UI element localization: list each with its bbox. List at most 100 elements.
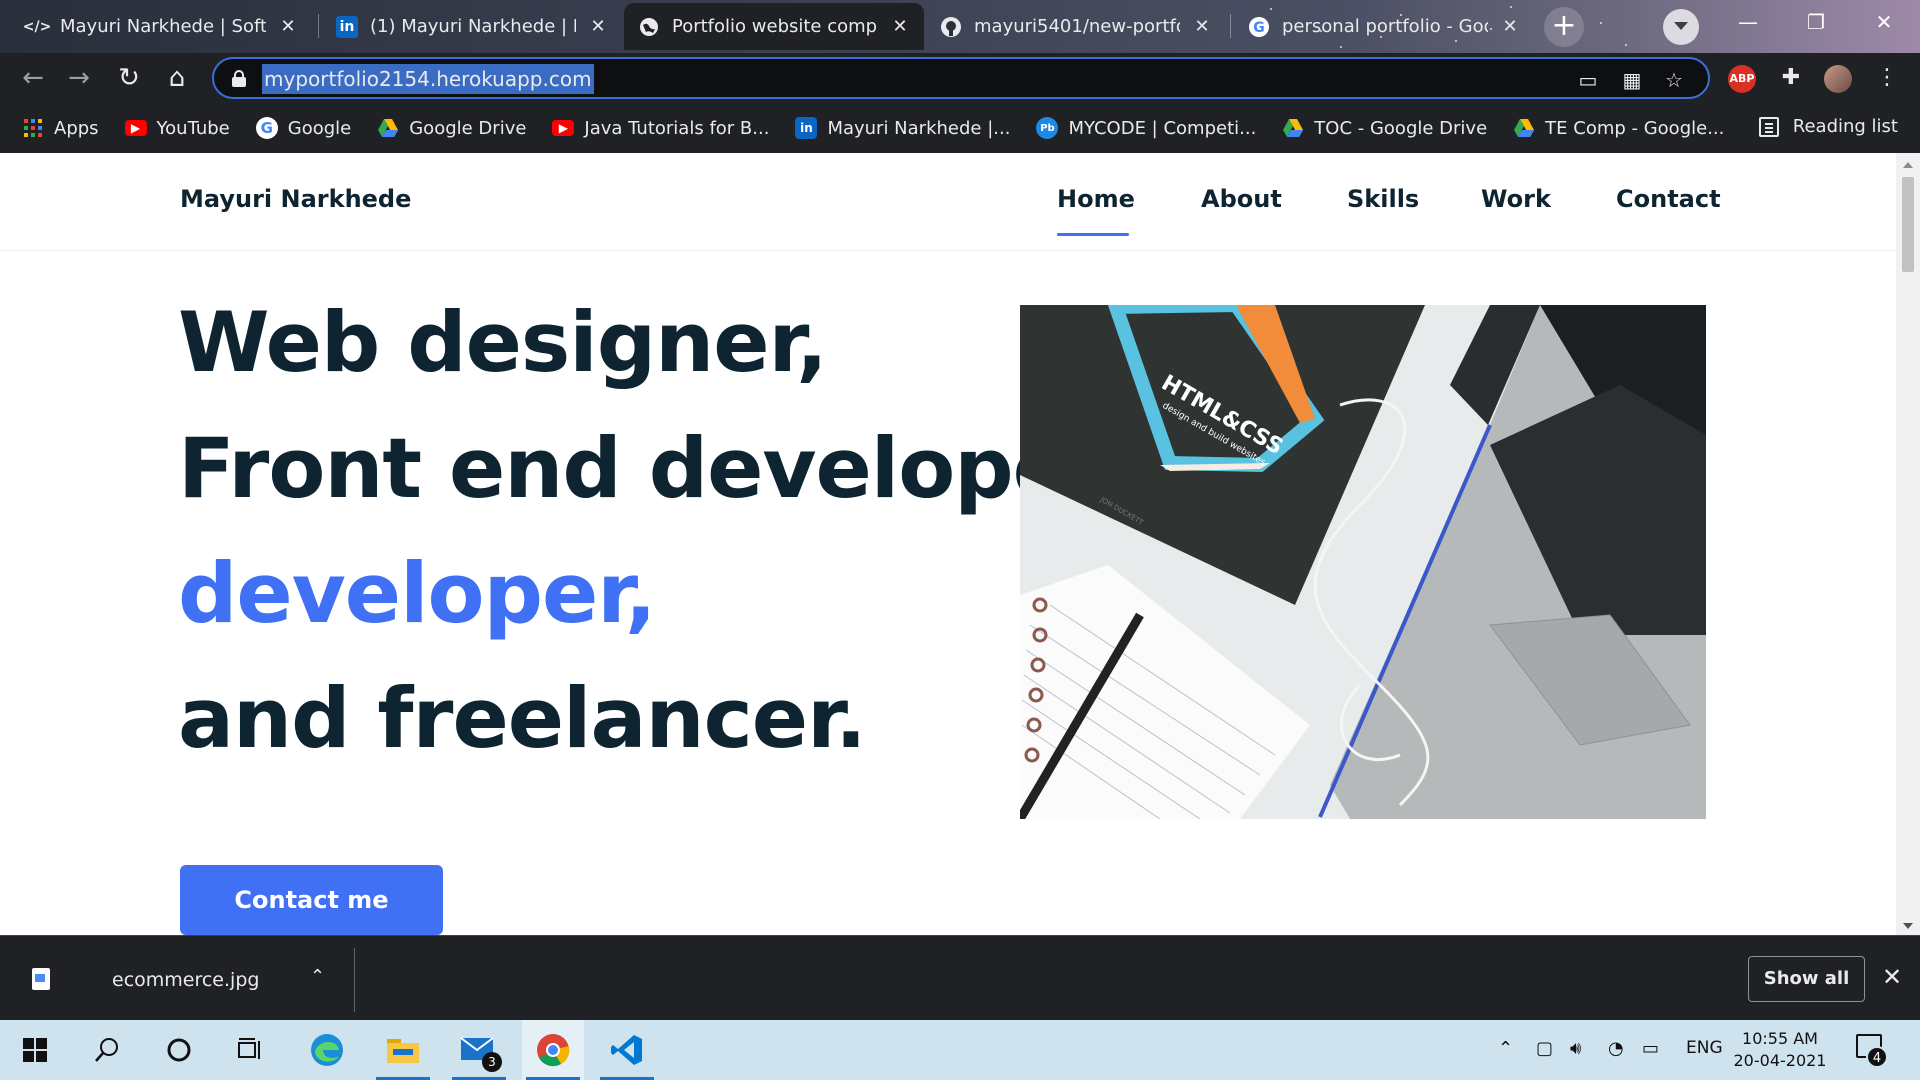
bookmark-label: Apps bbox=[54, 117, 99, 139]
bookmark-google-drive[interactable]: Google Drive bbox=[377, 117, 526, 139]
bookmark-toc-drive[interactable]: TOC - Google Drive bbox=[1282, 117, 1487, 139]
reading-list-button[interactable]: Reading list bbox=[1758, 116, 1898, 137]
qr-code-icon[interactable]: ▦ bbox=[1618, 66, 1646, 94]
bookmark-google[interactable]: G Google bbox=[255, 117, 352, 139]
google-drive-icon bbox=[1513, 117, 1535, 139]
url-text[interactable]: myportfolio2154.herokuapp.com bbox=[262, 64, 594, 94]
profile-avatar[interactable] bbox=[1824, 65, 1852, 93]
battery-icon[interactable]: ▭ bbox=[1642, 1038, 1659, 1059]
taskbar-mail[interactable]: 3 bbox=[448, 1020, 510, 1080]
adblock-icon[interactable]: ABP bbox=[1728, 65, 1756, 93]
restore-button[interactable]: ❐ bbox=[1782, 0, 1850, 44]
bookmark-label: Java Tutorials for B... bbox=[584, 117, 770, 139]
system-clock[interactable]: 10:55 AM 20-04-2021 bbox=[1730, 1028, 1830, 1072]
bookmark-label: Mayuri Narkhede |... bbox=[827, 117, 1011, 139]
bookmark-apps[interactable]: Apps bbox=[22, 117, 99, 139]
close-window-button[interactable]: ✕ bbox=[1850, 0, 1918, 44]
nav-home[interactable]: Home bbox=[1057, 185, 1135, 213]
bookmarks-bar: Apps ▶ YouTube G Google Google Drive ▶ J… bbox=[0, 103, 1920, 153]
tab-0[interactable]: </> Mayuri Narkhede | Softwa ✕ bbox=[12, 3, 312, 50]
youtube-icon: ▶ bbox=[552, 120, 575, 136]
reload-icon[interactable]: ↻ bbox=[112, 61, 146, 95]
taskbar-chrome[interactable] bbox=[522, 1020, 584, 1080]
taskbar-vscode[interactable] bbox=[596, 1020, 658, 1080]
page-scrollbar[interactable] bbox=[1896, 153, 1920, 935]
tab-search-button[interactable] bbox=[1663, 9, 1699, 45]
download-file-name[interactable]: ecommerce.jpg bbox=[112, 969, 259, 991]
close-icon[interactable]: ✕ bbox=[278, 16, 298, 37]
tab-1[interactable]: in (1) Mayuri Narkhede | Link ✕ bbox=[322, 3, 622, 50]
scroll-up-arrow-icon[interactable] bbox=[1903, 162, 1913, 168]
extensions-puzzle-icon[interactable]: ✚ bbox=[1774, 61, 1808, 95]
bookmark-star-icon[interactable]: ☆ bbox=[1660, 66, 1688, 94]
folder-icon bbox=[387, 1039, 419, 1063]
new-tab-button[interactable]: + bbox=[1544, 7, 1584, 47]
tab-strip: </> Mayuri Narkhede | Softwa ✕ in (1) Ma… bbox=[0, 0, 1920, 53]
scroll-down-arrow-icon[interactable] bbox=[1903, 923, 1913, 929]
site-logo[interactable]: Mayuri Narkhede bbox=[180, 185, 411, 213]
task-view-button[interactable] bbox=[220, 1020, 282, 1080]
close-icon[interactable]: ✕ bbox=[1500, 16, 1520, 37]
cortana-button[interactable] bbox=[148, 1020, 210, 1080]
contact-me-button[interactable]: Contact me bbox=[180, 865, 443, 935]
lock-icon[interactable] bbox=[232, 70, 246, 87]
bookmark-te-comp[interactable]: TE Comp - Google... bbox=[1513, 117, 1724, 139]
bookmark-label: YouTube bbox=[156, 117, 230, 139]
close-icon[interactable]: ✕ bbox=[588, 16, 608, 37]
taskbar-file-explorer[interactable] bbox=[372, 1020, 434, 1080]
bookmark-label: Google bbox=[287, 117, 352, 139]
minimize-button[interactable]: — bbox=[1714, 0, 1782, 44]
tab-2[interactable]: Portfolio website complete ✕ bbox=[624, 3, 924, 50]
apps-grid-icon bbox=[22, 117, 44, 139]
vscode-icon bbox=[611, 1035, 642, 1065]
chrome-icon bbox=[537, 1034, 570, 1067]
close-icon[interactable]: ✕ bbox=[890, 16, 910, 37]
hero-image: HTML&CSS design and build websites JON D… bbox=[1020, 305, 1706, 819]
close-download-bar-icon[interactable]: ✕ bbox=[1882, 963, 1902, 991]
bookmark-youtube[interactable]: ▶ YouTube bbox=[124, 117, 230, 139]
tab-3[interactable]: mayuri5401/new-portfolio ✕ bbox=[926, 3, 1226, 50]
forward-arrow-icon[interactable]: → bbox=[62, 61, 96, 95]
bookmark-mycode[interactable]: Pb MYCODE | Competi... bbox=[1036, 117, 1256, 139]
chevron-up-icon[interactable]: ⌃ bbox=[310, 966, 325, 987]
language-indicator[interactable]: ENG bbox=[1686, 1038, 1723, 1058]
svg-text:G: G bbox=[1253, 20, 1265, 36]
nav-contact[interactable]: Contact bbox=[1616, 185, 1721, 213]
globe-icon bbox=[638, 16, 660, 38]
cortana-icon bbox=[167, 1038, 191, 1062]
mycode-icon: Pb bbox=[1036, 117, 1059, 139]
windows-taskbar: 3 ⌃ ▢ 🔊︎ ◔ ▭ ENG 10:55 AM 20-04-2021 4 bbox=[0, 1020, 1920, 1080]
start-button[interactable] bbox=[4, 1020, 66, 1080]
scroll-thumb[interactable] bbox=[1902, 177, 1914, 272]
show-hidden-icons-chevron-icon[interactable]: ⌃ bbox=[1498, 1038, 1513, 1059]
back-arrow-icon[interactable]: ← bbox=[16, 61, 50, 95]
close-icon[interactable]: ✕ bbox=[1192, 16, 1212, 37]
google-icon: G bbox=[1248, 16, 1270, 38]
tab-4[interactable]: G personal portfolio - Goo ✕ bbox=[1234, 3, 1534, 50]
tab-title: mayuri5401/new-portfolio bbox=[974, 16, 1180, 37]
search-button[interactable] bbox=[76, 1020, 138, 1080]
mail-badge: 3 bbox=[482, 1052, 502, 1072]
volume-icon[interactable]: 🔊︎ bbox=[1570, 1038, 1581, 1059]
wifi-icon[interactable]: ◔ bbox=[1608, 1038, 1624, 1059]
youtube-icon: ▶ bbox=[124, 120, 147, 136]
chrome-menu-icon[interactable]: ⋮ bbox=[1870, 61, 1904, 95]
taskbar-edge[interactable] bbox=[296, 1020, 358, 1080]
windows-logo-icon bbox=[23, 1038, 47, 1062]
cast-icon[interactable]: ▭ bbox=[1574, 66, 1602, 94]
home-icon[interactable]: ⌂ bbox=[160, 61, 194, 95]
bookmark-linkedin[interactable]: in Mayuri Narkhede |... bbox=[795, 117, 1010, 139]
site-header: Mayuri Narkhede Home About Skills Work C… bbox=[0, 153, 1896, 251]
nav-skills[interactable]: Skills bbox=[1347, 185, 1419, 213]
meet-now-icon[interactable]: ▢ bbox=[1536, 1038, 1553, 1059]
bookmark-java-tutorials[interactable]: ▶ Java Tutorials for B... bbox=[552, 118, 769, 139]
hero-line-3: developer, bbox=[178, 545, 657, 642]
tab-title: (1) Mayuri Narkhede | Link bbox=[370, 16, 576, 37]
nav-work[interactable]: Work bbox=[1481, 185, 1551, 213]
address-bar[interactable]: myportfolio2154.herokuapp.com ▭ ▦ ☆ bbox=[212, 57, 1710, 99]
show-all-button[interactable]: Show all bbox=[1748, 956, 1865, 1002]
bookmark-label: MYCODE | Competi... bbox=[1068, 117, 1257, 139]
nav-about[interactable]: About bbox=[1201, 185, 1282, 213]
hero-line-4: and freelancer. bbox=[178, 670, 867, 767]
notification-count-badge: 4 bbox=[1866, 1046, 1888, 1068]
